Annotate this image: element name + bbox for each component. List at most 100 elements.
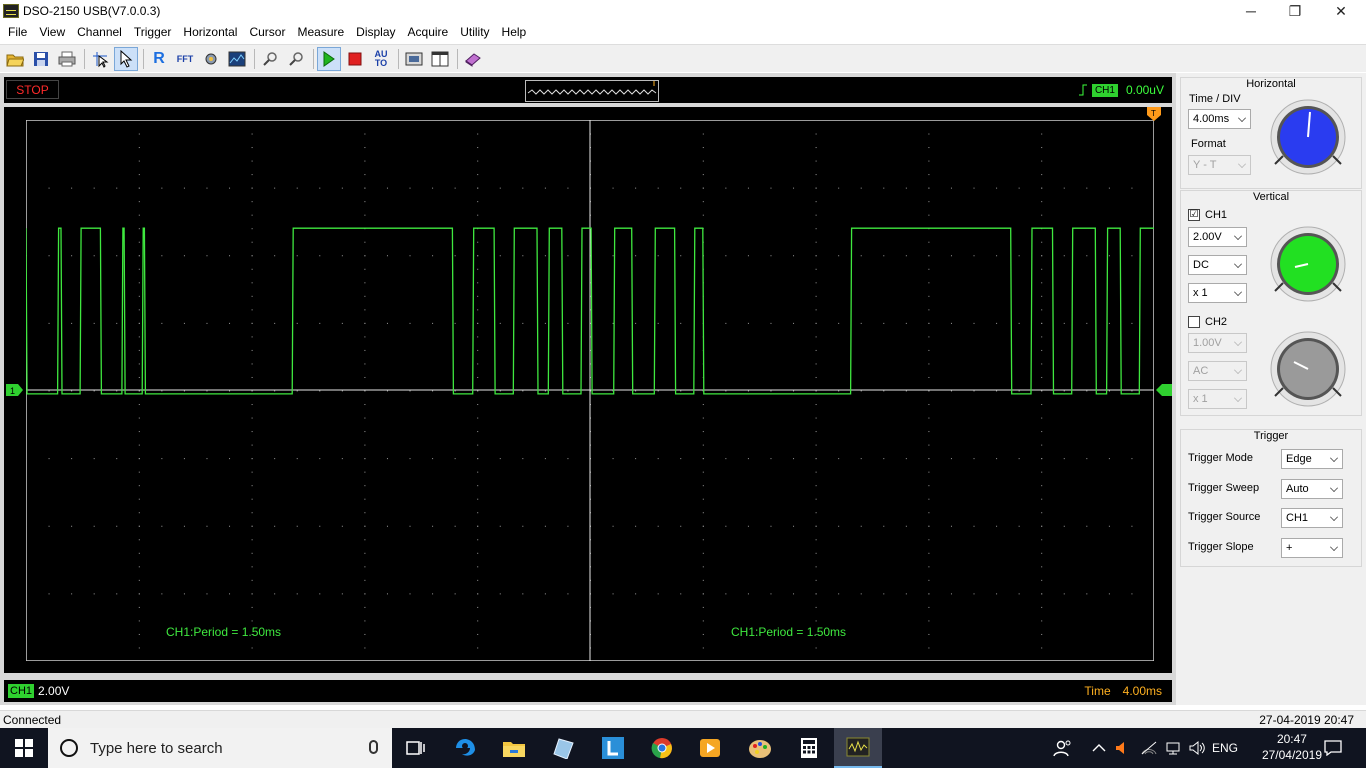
taskbar-search[interactable]: Type here to search	[48, 728, 392, 768]
toolbar-separator	[84, 48, 85, 69]
trigger-group: Trigger Trigger Mode Edge Trigger Sweep …	[1180, 429, 1362, 567]
ch1-probe-select[interactable]: x 1	[1188, 283, 1247, 303]
trigger-title: Trigger	[1253, 430, 1289, 442]
menu-help[interactable]: Help	[496, 22, 533, 43]
menu-measure[interactable]: Measure	[291, 22, 350, 43]
trigger-slope-select[interactable]: +	[1281, 538, 1343, 558]
file-explorer-icon[interactable]	[490, 728, 538, 768]
edge-browser-icon[interactable]	[442, 728, 490, 768]
time-div-label: Time / DIV	[1189, 93, 1241, 105]
menu-file[interactable]: File	[2, 22, 33, 43]
ch1-coupling-value: DC	[1193, 259, 1209, 271]
waveform-overview[interactable]	[525, 80, 659, 102]
menu-trigger[interactable]: Trigger	[128, 22, 178, 43]
ch1-checkbox[interactable]: ☑	[1188, 209, 1200, 221]
horizontal-timebase-knob[interactable]	[1269, 98, 1347, 176]
window-layout-icon[interactable]	[428, 47, 452, 71]
menu-acquire[interactable]: Acquire	[402, 22, 455, 43]
ch2-checkbox[interactable]	[1188, 316, 1200, 328]
toolbar-separator	[398, 48, 399, 69]
start-button[interactable]	[0, 728, 48, 768]
trigger-sweep-value: Auto	[1286, 483, 1309, 495]
ch2-coupling-select[interactable]: AC	[1188, 361, 1247, 381]
microphone-icon[interactable]	[369, 740, 378, 754]
help-book-icon[interactable]	[461, 47, 485, 71]
wifi-icon[interactable]	[1140, 728, 1158, 768]
notifications-icon[interactable]	[1324, 728, 1342, 768]
trigger-source-select[interactable]: CH1	[1281, 508, 1343, 528]
zoom-in-icon[interactable]	[258, 47, 282, 71]
chrome-browser-icon[interactable]	[638, 728, 686, 768]
ch1-label: CH1	[1205, 209, 1228, 221]
paint-app-icon[interactable]	[736, 728, 784, 768]
chevron-down-icon	[1234, 366, 1242, 374]
connection-status: Connected	[3, 713, 62, 727]
save-icon[interactable]	[29, 47, 53, 71]
scope-top-strip: STOP CH1 0.00uV	[4, 77, 1172, 103]
waveform-plot[interactable]: CH1:Period = 1.50ms CH1:Period = 1.50ms	[26, 120, 1154, 661]
ch1-volts-select[interactable]: 2.00V	[1188, 227, 1247, 247]
chevron-down-icon	[1234, 232, 1242, 240]
ch2-volts-knob[interactable]	[1269, 330, 1347, 408]
auto-set-icon[interactable]: AU TO	[369, 47, 393, 71]
time-div-select[interactable]: 4.00ms	[1188, 109, 1251, 129]
trigger-readout: CH1 0.00uV	[1078, 81, 1164, 99]
trigger-mode-select[interactable]: Edge	[1281, 449, 1343, 469]
ch2-probe-select[interactable]: x 1	[1188, 389, 1247, 409]
ch1-ground-marker[interactable]: 1	[6, 384, 24, 396]
notes-app-icon[interactable]	[540, 728, 588, 768]
probe-icon[interactable]	[199, 47, 223, 71]
ch1-volts-knob[interactable]	[1269, 225, 1347, 303]
ch2-volts-select[interactable]: 1.00V	[1188, 333, 1247, 353]
taskbar-clock[interactable]: 20:47 27/04/2019	[1262, 731, 1322, 763]
toolbar-separator	[313, 48, 314, 69]
menu-display[interactable]: Display	[350, 22, 401, 43]
ch1-coupling-select[interactable]: DC	[1188, 255, 1247, 275]
menu-view[interactable]: View	[33, 22, 71, 43]
format-select[interactable]: Y - T	[1188, 155, 1251, 175]
people-icon[interactable]	[1052, 728, 1074, 768]
volume-alert-icon[interactable]	[1114, 728, 1128, 768]
chevron-up-icon[interactable]	[1092, 728, 1106, 768]
time-div-value: 4.00ms	[1193, 113, 1230, 125]
media-player-icon[interactable]	[686, 728, 734, 768]
vertical-group: Vertical ☑ CH1 2.00V DC x 1 CH2 1.00V AC…	[1180, 190, 1362, 416]
trigger-position-marker[interactable]: T	[1147, 107, 1161, 121]
menu-channel[interactable]: Channel	[71, 22, 128, 43]
chevron-down-icon	[1238, 160, 1246, 168]
ch2-probe-value: x 1	[1193, 393, 1208, 405]
l-app-icon[interactable]	[589, 728, 637, 768]
close-button[interactable]: ✕	[1318, 0, 1364, 22]
pointer-select-icon[interactable]	[114, 46, 138, 71]
reference-r-icon[interactable]: R	[147, 47, 171, 71]
scope-screen[interactable]: CH1:Period = 1.50ms CH1:Period = 1.50ms …	[4, 107, 1172, 673]
screen-capture-icon[interactable]	[402, 47, 426, 71]
trigger-source-value: CH1	[1286, 512, 1309, 524]
calculator-icon[interactable]	[785, 728, 833, 768]
trigger-level-marker[interactable]	[1156, 384, 1172, 396]
clock-date: 27/04/2019	[1261, 748, 1322, 762]
run-icon[interactable]	[317, 46, 341, 71]
menu-horizontal[interactable]: Horizontal	[177, 22, 243, 43]
chevron-down-icon	[1330, 543, 1338, 551]
zoom-out-icon[interactable]	[284, 47, 308, 71]
fft-icon[interactable]: FFT	[173, 47, 197, 71]
menu-cursor[interactable]: Cursor	[243, 22, 291, 43]
waveform-image-icon[interactable]	[225, 47, 249, 71]
input-language[interactable]: ENG	[1212, 728, 1238, 768]
trigger-sweep-select[interactable]: Auto	[1281, 479, 1343, 499]
chevron-down-icon	[1330, 513, 1338, 521]
stop-icon[interactable]	[343, 47, 367, 71]
oscilloscope-taskbar-icon[interactable]	[834, 728, 882, 768]
trigger-slope-value: +	[1286, 542, 1293, 554]
network-icon[interactable]	[1164, 728, 1182, 768]
cursor-cross-icon[interactable]	[88, 47, 112, 71]
maximize-button[interactable]: ❐	[1272, 0, 1318, 22]
menu-utility[interactable]: Utility	[454, 22, 495, 43]
chevron-down-icon	[1234, 260, 1242, 268]
print-icon[interactable]	[55, 47, 79, 71]
speaker-icon[interactable]	[1188, 728, 1206, 768]
open-folder-icon[interactable]	[3, 47, 27, 71]
task-view-icon[interactable]	[392, 728, 440, 768]
minimize-button[interactable]: ─	[1228, 0, 1274, 22]
